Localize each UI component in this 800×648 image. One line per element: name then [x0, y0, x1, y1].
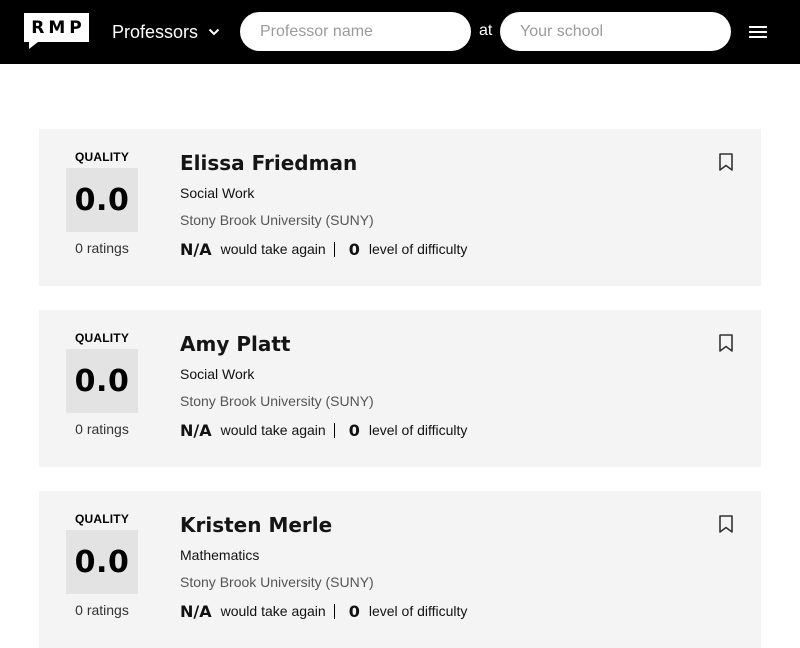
- professor-name[interactable]: Amy Platt: [180, 332, 290, 356]
- take-again-value: N/A: [180, 420, 212, 440]
- difficulty-value: 0: [348, 239, 360, 259]
- department: Social Work: [180, 185, 255, 201]
- difficulty-label: level of difficulty: [368, 603, 468, 619]
- quality-label: QUALITY: [74, 331, 130, 345]
- quality-label: QUALITY: [74, 512, 130, 526]
- feedback-stats: N/A would take again 0 level of difficul…: [180, 600, 467, 622]
- difficulty-label: level of difficulty: [368, 422, 468, 438]
- stat-divider: [333, 241, 335, 257]
- save-professor-button[interactable]: [719, 153, 733, 171]
- professor-card[interactable]: QUALITY 0.0 0 ratings Elissa Friedman So…: [39, 129, 761, 286]
- take-again-label: would take again: [220, 422, 326, 438]
- professor-name[interactable]: Elissa Friedman: [180, 151, 357, 175]
- professor-card[interactable]: QUALITY 0.0 0 ratings Kristen Merle Math…: [39, 491, 761, 648]
- hamburger-menu-icon: [749, 26, 767, 38]
- professor-name-input[interactable]: [240, 12, 471, 51]
- difficulty-value: 0: [348, 601, 360, 621]
- feedback-stats: N/A would take again 0 level of difficul…: [180, 419, 467, 441]
- school-input[interactable]: [500, 12, 731, 51]
- difficulty-value: 0: [348, 420, 360, 440]
- ratings-count: 0 ratings: [75, 421, 129, 437]
- take-again-value: N/A: [180, 601, 212, 621]
- logo-text: RMP: [31, 17, 86, 38]
- menu-button[interactable]: [746, 22, 770, 42]
- site-header: RMP Professors at: [0, 0, 800, 64]
- take-again-label: would take again: [220, 603, 326, 619]
- quality-score: 0.0: [66, 349, 138, 413]
- quality-label: QUALITY: [74, 150, 130, 164]
- bookmark-icon: [719, 153, 733, 171]
- save-professor-button[interactable]: [719, 334, 733, 352]
- quality-score: 0.0: [66, 168, 138, 232]
- department: Social Work: [180, 366, 255, 382]
- stat-divider: [333, 603, 335, 619]
- take-again-label: would take again: [220, 241, 326, 257]
- chevron-down-icon: [208, 28, 220, 36]
- search-type-dropdown[interactable]: Professors: [112, 20, 220, 44]
- school-name: Stony Brook University (SUNY): [180, 393, 374, 409]
- difficulty-label: level of difficulty: [368, 241, 468, 257]
- professor-card[interactable]: QUALITY 0.0 0 ratings Amy Platt Social W…: [39, 310, 761, 467]
- search-type-label: Professors: [112, 21, 199, 42]
- ratings-count: 0 ratings: [75, 240, 129, 256]
- professor-name[interactable]: Kristen Merle: [180, 513, 332, 537]
- department: Mathematics: [180, 547, 260, 563]
- ratings-count: 0 ratings: [75, 602, 129, 618]
- feedback-stats: N/A would take again 0 level of difficul…: [180, 238, 467, 260]
- at-label: at: [479, 22, 493, 39]
- take-again-value: N/A: [180, 239, 212, 259]
- rmp-logo[interactable]: RMP: [24, 13, 89, 49]
- school-name: Stony Brook University (SUNY): [180, 574, 374, 590]
- school-name: Stony Brook University (SUNY): [180, 212, 374, 228]
- stat-divider: [333, 422, 335, 438]
- bookmark-icon: [719, 515, 733, 533]
- save-professor-button[interactable]: [719, 515, 733, 533]
- quality-score: 0.0: [66, 530, 138, 594]
- bookmark-icon: [719, 334, 733, 352]
